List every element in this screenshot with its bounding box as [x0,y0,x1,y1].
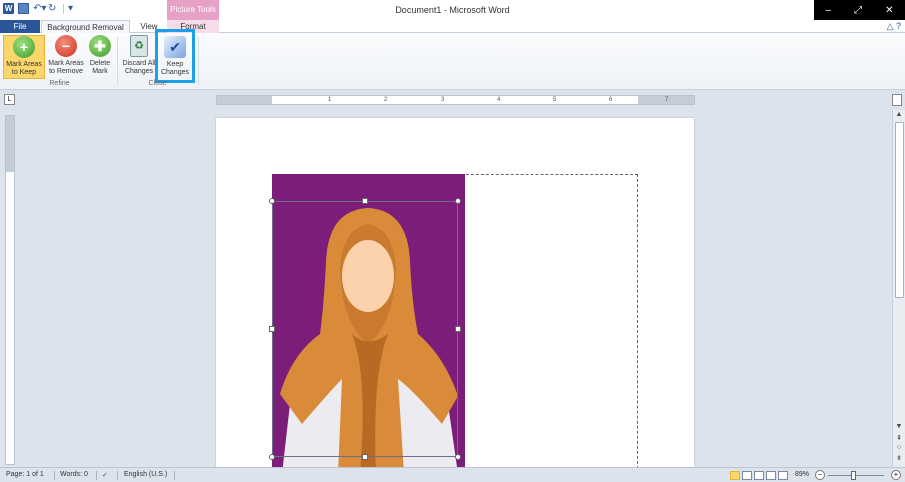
resize-handle[interactable] [269,326,275,332]
mark-remove-line1: Mark Areas [48,60,84,67]
group-label-close: Close [148,80,167,87]
scroll-thumb[interactable] [895,122,904,298]
outline-icon[interactable] [766,471,776,480]
resize-handle[interactable] [362,198,368,204]
left-margin [217,96,272,104]
discard-line1: Discard All [122,60,156,67]
mark-areas-to-keep-button[interactable]: + Mark Areas to Keep [3,35,45,79]
ribbon: + Mark Areas to Keep − Mark Areas to Rem… [0,29,905,90]
tab-background-removal[interactable]: Background Removal [41,20,130,33]
draft-icon[interactable] [778,471,788,480]
checkmark-icon: ✔ [164,36,186,58]
delete-line1: Delete [89,60,111,67]
ruler-number: 1 [328,97,332,103]
zoom-level[interactable]: 89% [795,471,809,478]
resize-handle[interactable] [455,454,461,460]
document-title: Document1 - Microsoft Word [395,5,510,15]
resize-handle[interactable] [455,198,461,204]
previous-page-icon[interactable]: ⇞ [893,434,905,442]
ruler-number: 5 [553,97,557,103]
print-layout-icon[interactable] [730,471,740,480]
removal-marquee[interactable] [272,201,458,457]
status-divider [54,471,55,480]
minimize-icon[interactable]: – [826,5,832,16]
status-divider [174,471,175,480]
page-count[interactable]: Page: 1 of 1 [6,471,44,478]
plus-circle-icon: + [13,36,35,58]
discard-all-changes-button[interactable]: ♻ Discard All Changes [120,35,158,79]
group-divider [198,37,199,85]
resize-handle[interactable] [269,454,275,460]
ruler-number: 7 [665,97,669,103]
top-margin [6,116,14,172]
browse-object-icon[interactable]: ○ [893,444,905,451]
horizontal-ruler[interactable]: 1 2 3 4 5 6 7 [216,95,695,105]
tab-selector-icon[interactable]: L [4,94,15,105]
mark-areas-to-remove-button[interactable]: − Mark Areas to Remove [46,35,86,79]
status-divider [96,471,97,480]
close-icon[interactable]: ✕ [885,5,893,16]
tab-file[interactable]: File [0,20,40,33]
zoom-slider-thumb[interactable] [851,471,856,480]
ruler-row: L 1 2 3 4 5 6 7 [0,90,905,110]
mark-remove-line2: to Remove [49,68,83,75]
zoom-out-icon[interactable]: − [815,470,825,480]
proofing-icon[interactable]: ✓ [102,471,108,479]
vertical-scrollbar[interactable]: ▲ ▼ ⇞ ○ ⇟ [892,110,905,467]
resize-handle[interactable] [362,454,368,460]
zoom-in-icon[interactable]: + [891,470,901,480]
scroll-down-icon[interactable]: ▼ [893,422,905,432]
help-icon[interactable]: △ ? [887,21,901,32]
delete-line2: Mark [92,68,108,75]
discard-line2: Changes [124,68,154,75]
mark-keep-line1: Mark Areas [6,61,42,68]
scroll-up-icon[interactable]: ▲ [893,110,905,120]
keep-line2: Changes [160,69,190,76]
status-divider [117,471,118,480]
keep-line1: Keep [166,61,184,68]
delete-mark-button[interactable]: ✚ Delete Mark [87,35,113,79]
delete-mark-icon: ✚ [89,35,111,57]
group-label-refine: Refine [49,80,70,87]
resize-handle[interactable] [455,326,461,332]
vertical-ruler[interactable] [5,115,15,465]
zoom-slider[interactable] [828,475,884,476]
status-bar: Page: 1 of 1 Words: 0 ✓ English (U.S.) 8… [0,467,905,482]
recycle-bin-icon: ♻ [130,35,148,57]
restore-icon[interactable]: ⤢ [854,5,862,16]
keep-changes-button[interactable]: ✔ Keep Changes [155,29,195,83]
language-indicator[interactable]: English (U.S.) [124,471,167,478]
document-area[interactable] [0,110,892,467]
mark-keep-line2: to Keep [11,69,37,76]
word-count[interactable]: Words: 0 [60,471,88,478]
window-controls: – ⤢ ✕ [814,0,905,20]
full-screen-reading-icon[interactable] [742,471,752,480]
web-layout-icon[interactable] [754,471,764,480]
view-ruler-icon[interactable] [892,94,902,106]
document-page[interactable] [216,118,694,467]
ruler-number: 2 [384,97,388,103]
group-divider [117,37,118,85]
ribbon-tabs: File Background Removal View Format △ ? [0,20,905,33]
next-page-icon[interactable]: ⇟ [893,454,905,462]
title-bar: W ↶▾ ↻ ▾ Picture Tools Document1 - Micro… [0,0,905,20]
ruler-number: 6 [609,97,613,103]
ruler-number: 4 [497,97,501,103]
ruler-number: 3 [441,97,445,103]
resize-handle[interactable] [269,198,275,204]
minus-circle-icon: − [55,35,77,57]
